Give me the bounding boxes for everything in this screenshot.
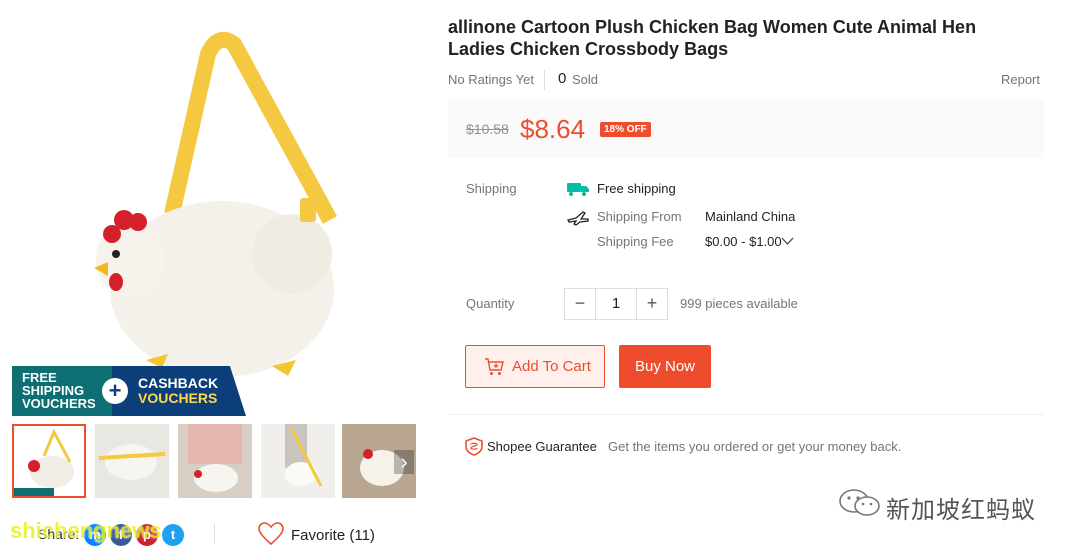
sold-label: Sold (572, 72, 599, 87)
wechat-icon (839, 489, 880, 516)
ratings-text[interactable]: No Ratings Yet (448, 72, 534, 87)
favorite-count[interactable]: Favorite (11) (291, 527, 375, 544)
shipping-label: Shipping (466, 181, 517, 196)
thumbnail[interactable] (95, 424, 169, 498)
thumbnail[interactable]: › (342, 424, 416, 498)
promo-banner: FREE SHIPPING VOUCHERS CASHBACK VOUCHERS… (12, 366, 246, 416)
chicken-bag-illustration (94, 31, 338, 377)
thumbnail[interactable] (178, 424, 252, 498)
sold-count: 0 (558, 70, 567, 87)
original-price: $10.58 (466, 121, 509, 137)
add-to-cart-button[interactable]: Add To Cart (465, 345, 605, 388)
watermark-text: 新加坡红蚂蚁 (886, 497, 1036, 524)
divider (448, 414, 1044, 415)
thumbnail-image (261, 424, 335, 498)
thumbnail-image (178, 424, 252, 498)
price-box: $10.58 $8.64 18% OFF (448, 100, 1044, 158)
guarantee-title[interactable]: Shopee Guarantee (487, 439, 597, 454)
minus-button[interactable]: − (565, 289, 595, 319)
buy-now-button[interactable]: Buy Now (619, 345, 711, 388)
shield-icon (465, 437, 483, 456)
product-meta-row: No Ratings Yet 0 Sold Report (448, 70, 1040, 90)
promo-line: VOUCHERS (138, 390, 218, 406)
plus-button[interactable]: + (637, 289, 667, 319)
shipping-from-label: Shipping From (597, 209, 682, 224)
twitter-icon[interactable]: t (162, 524, 184, 546)
thumbnail[interactable] (12, 424, 86, 498)
chevron-right-icon[interactable]: › (394, 450, 414, 474)
quantity-input[interactable]: 1 (595, 289, 637, 319)
shipping-fee-label: Shipping Fee (597, 234, 674, 249)
add-to-cart-label: Add To Cart (512, 358, 591, 375)
divider (544, 70, 545, 90)
stock-available: 999 pieces available (680, 296, 798, 311)
promo-line: VOUCHERS (22, 396, 96, 411)
promo-line: CASHBACK (138, 375, 219, 391)
cashback-vouchers: CASHBACK VOUCHERS (112, 366, 246, 416)
thumbnail-image (14, 426, 84, 496)
thumbnail-strip: › (12, 424, 416, 498)
discount-badge: 18% OFF (600, 122, 651, 137)
watermark-right: 新加坡红蚂蚁 (838, 486, 1048, 524)
watermark-left: shichengnews (10, 518, 162, 543)
product-title: allinone Cartoon Plush Chicken Bag Women… (448, 17, 977, 59)
heart-icon[interactable] (258, 522, 284, 546)
current-price: $8.64 (520, 114, 586, 144)
free-shipping-truck-icon (567, 183, 589, 196)
plus-icon: + (102, 378, 128, 404)
quantity-stepper: − 1 + (564, 288, 668, 320)
guarantee-text: Get the items you ordered or get your mo… (608, 439, 902, 454)
shipping-from-value: Mainland China (705, 209, 796, 224)
quantity-label: Quantity (466, 296, 515, 311)
cart-icon (485, 358, 504, 375)
chevron-down-icon[interactable] (781, 236, 794, 246)
free-shipping-text: Free shipping (597, 181, 676, 196)
product-main-image[interactable] (12, 14, 416, 416)
free-shipping-vouchers: FREE SHIPPING VOUCHERS (12, 366, 112, 416)
thumbnail[interactable] (261, 424, 335, 498)
report-link[interactable]: Report (1001, 72, 1040, 87)
shipping-fee-value[interactable]: $0.00 - $1.00 (705, 234, 782, 249)
divider (214, 524, 215, 544)
shipping-from-icon (567, 211, 589, 226)
thumbnail-image (95, 424, 169, 498)
